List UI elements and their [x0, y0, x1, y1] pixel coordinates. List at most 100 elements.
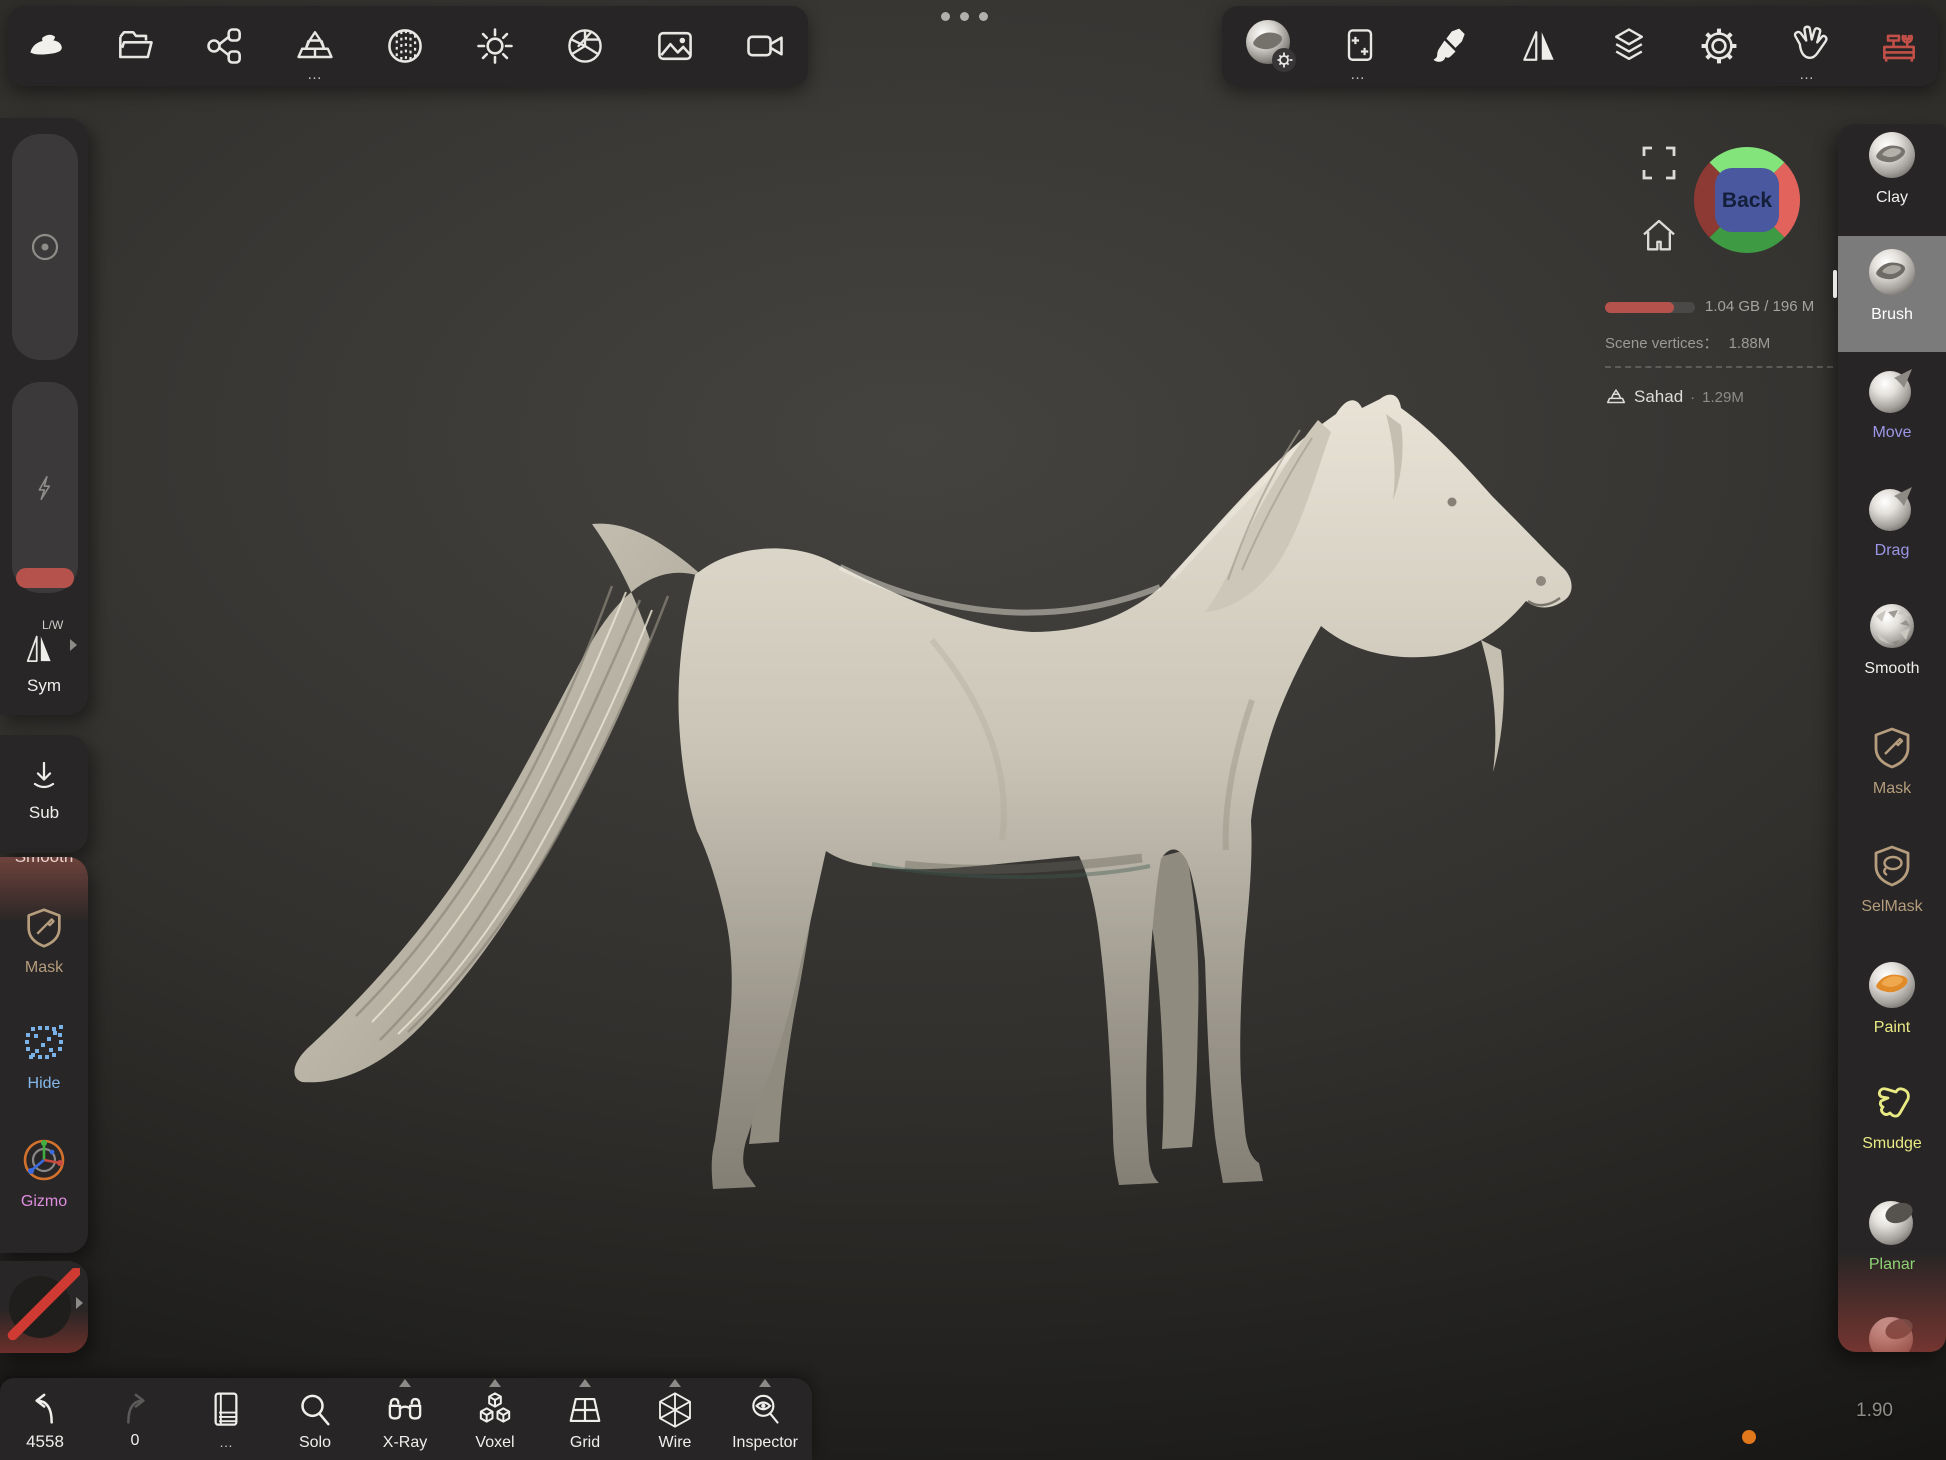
- scrolled-tool-label[interactable]: Smooth: [0, 857, 88, 867]
- settings-gear-icon[interactable]: [1695, 22, 1743, 70]
- notification-dot: [1742, 1430, 1756, 1444]
- layers-icon[interactable]: [1605, 22, 1653, 70]
- radius-icon: [29, 231, 61, 263]
- left-sub-panel: Sub: [0, 735, 88, 853]
- object-row[interactable]: Sahad · 1.29M: [1605, 386, 1744, 408]
- alpha-expand-caret-icon[interactable]: [76, 1297, 83, 1309]
- zoom-level: 1.90: [1856, 1400, 1893, 1422]
- sub-label[interactable]: Sub: [0, 803, 88, 823]
- grid-panel-caret-icon[interactable]: [579, 1379, 591, 1387]
- voxel-icon: [474, 1390, 516, 1430]
- tool-move[interactable]: Move: [1838, 364, 1946, 442]
- move-sphere-icon: [1866, 364, 1918, 416]
- tool-mask[interactable]: Mask: [1838, 724, 1946, 798]
- tool-move-label: Move: [1838, 424, 1946, 442]
- tool-mask-left[interactable]: Mask: [0, 905, 88, 977]
- tool-drag[interactable]: Drag: [1838, 482, 1946, 560]
- mesh-pyramid-icon: [1605, 386, 1627, 408]
- background-image-icon[interactable]: [651, 22, 699, 70]
- mask-shield-icon: [21, 905, 67, 951]
- undo-icon: [25, 1390, 65, 1428]
- stats-divider: [1605, 366, 1833, 368]
- tool-selmask-label: SelMask: [1838, 898, 1946, 916]
- light-more-indicator[interactable]: …: [1338, 66, 1378, 83]
- tool-paint[interactable]: Paint: [1838, 959, 1946, 1037]
- lighting-icon[interactable]: [471, 22, 519, 70]
- gestures-more-indicator[interactable]: …: [1787, 66, 1827, 83]
- scene-vertices-label: Scene vertices：: [1605, 335, 1718, 352]
- tool-next-partial[interactable]: [1838, 1312, 1946, 1352]
- drag-sphere-icon: [1866, 482, 1918, 534]
- brush-sphere-icon: [1866, 246, 1918, 298]
- gestures-hand-icon[interactable]: [1785, 22, 1833, 70]
- postprocess-icon[interactable]: [561, 22, 609, 70]
- tool-brush-label: Brush: [1838, 306, 1946, 324]
- voxel-button[interactable]: Voxel: [452, 1390, 538, 1452]
- home-icon[interactable]: [1639, 216, 1679, 256]
- inspector-icon: [745, 1390, 785, 1430]
- tool-clay-label: Clay: [1838, 189, 1946, 207]
- wire-button[interactable]: Wire: [632, 1390, 718, 1452]
- object-name: Sahad: [1634, 387, 1683, 407]
- camera-icon[interactable]: [741, 22, 789, 70]
- panel-drag-tick[interactable]: [1833, 270, 1837, 298]
- redo-button[interactable]: 0: [92, 1390, 178, 1450]
- xray-button[interactable]: X-Ray: [362, 1390, 448, 1452]
- gizmo-icon: [19, 1135, 69, 1185]
- inspector-panel-caret-icon[interactable]: [759, 1379, 771, 1387]
- matcap-icon[interactable]: [381, 22, 429, 70]
- tool-planar[interactable]: Planar: [1838, 1196, 1946, 1274]
- fullscreen-icon[interactable]: [1640, 144, 1678, 182]
- voxel-panel-caret-icon[interactable]: [489, 1379, 501, 1387]
- partial-sphere-icon: [1866, 1312, 1918, 1352]
- radius-slider[interactable]: [12, 134, 78, 360]
- tool-drag-label: Drag: [1838, 542, 1946, 560]
- inspector-button[interactable]: Inspector: [722, 1390, 808, 1452]
- scene-more-indicator[interactable]: …: [295, 66, 335, 83]
- intensity-slider[interactable]: [12, 382, 78, 593]
- navigation-ball[interactable]: Back: [1692, 145, 1802, 255]
- symmetry-icon[interactable]: [1515, 22, 1563, 70]
- toolbox-icon[interactable]: [1875, 22, 1923, 70]
- grid-button[interactable]: Grid: [542, 1390, 628, 1452]
- tool-hide[interactable]: Hide: [0, 1021, 88, 1093]
- gizmo-label: Gizmo: [0, 1193, 88, 1211]
- node-graph-icon[interactable]: [201, 22, 249, 70]
- tool-smudge[interactable]: Smudge: [1838, 1079, 1946, 1153]
- navball-back-label: Back: [1722, 189, 1773, 212]
- notebook-icon: [207, 1390, 245, 1430]
- tool-smooth[interactable]: Smooth: [1838, 600, 1946, 678]
- mask-left-label: Mask: [0, 959, 88, 977]
- wire-panel-caret-icon[interactable]: [669, 1379, 681, 1387]
- scene-mesh-icon[interactable]: [291, 22, 339, 70]
- paint-sphere-icon: [1866, 959, 1918, 1011]
- files-icon[interactable]: [111, 22, 159, 70]
- material-sphere-icon[interactable]: [1242, 17, 1300, 75]
- hide-dotted-icon: [21, 1021, 67, 1067]
- tool-smooth-label: Smooth: [1838, 660, 1946, 678]
- app-logo-icon[interactable]: [21, 22, 69, 70]
- tool-selmask[interactable]: SelMask: [1838, 842, 1946, 916]
- tool-mask-label: Mask: [1838, 780, 1946, 798]
- left-alpha-panel[interactable]: [0, 1261, 88, 1353]
- history-button[interactable]: …: [183, 1390, 269, 1450]
- undo-button[interactable]: 4558: [2, 1390, 88, 1452]
- voxel-label: Voxel: [452, 1434, 538, 1452]
- grid-label: Grid: [542, 1434, 628, 1452]
- light-card-icon[interactable]: [1336, 22, 1384, 70]
- sym-expand-caret-icon[interactable]: [70, 639, 77, 651]
- selmask-shield-icon: [1868, 842, 1916, 890]
- symmetry-toggle-icon[interactable]: [20, 630, 60, 666]
- solo-button[interactable]: Solo: [272, 1390, 358, 1452]
- tool-planar-label: Planar: [1838, 1256, 1946, 1274]
- tool-gizmo[interactable]: Gizmo: [0, 1135, 88, 1211]
- tool-clay[interactable]: Clay: [1838, 129, 1946, 207]
- object-separator: ·: [1690, 389, 1695, 406]
- tool-brush[interactable]: Brush: [1838, 246, 1946, 324]
- sym-label[interactable]: Sym: [0, 676, 88, 696]
- xray-panel-caret-icon[interactable]: [399, 1379, 411, 1387]
- app-switcher-dots-icon[interactable]: [941, 12, 988, 21]
- intensity-value-pill[interactable]: [16, 568, 74, 588]
- subtract-icon[interactable]: [26, 757, 62, 793]
- paint-all-icon[interactable]: [1426, 22, 1474, 70]
